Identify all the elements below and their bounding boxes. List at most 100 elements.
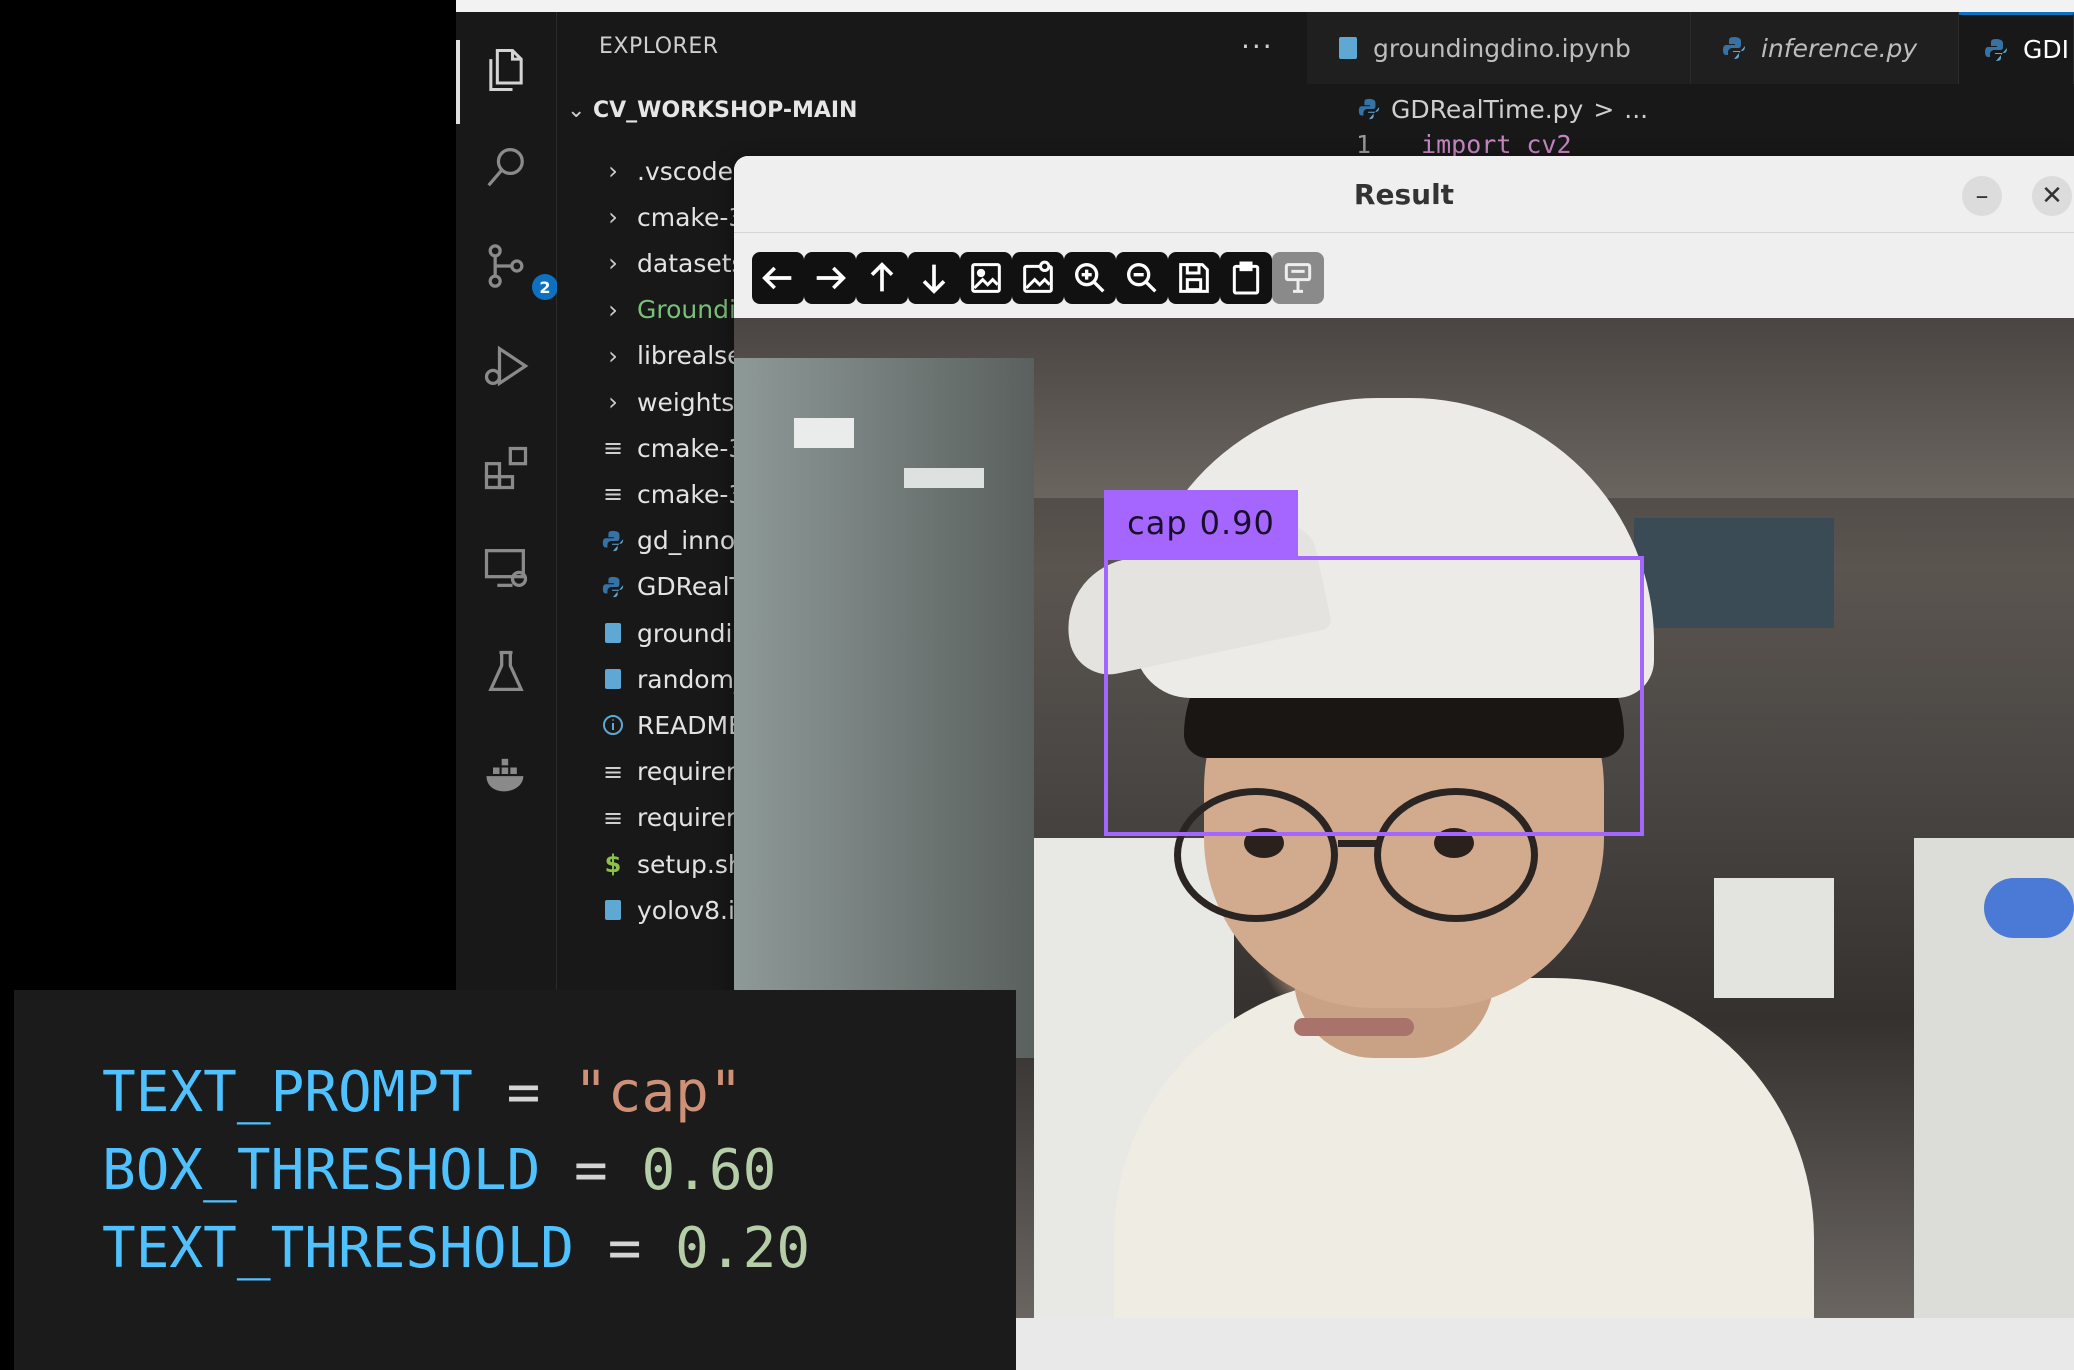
clipboard-button[interactable]: [1220, 252, 1272, 304]
search-icon[interactable]: [478, 140, 534, 196]
down-button[interactable]: [908, 252, 960, 304]
image-properties-button[interactable]: [1012, 252, 1064, 304]
tree-item-folder[interactable]: › cmake-3: [597, 194, 744, 240]
tab-label: GDI: [2023, 35, 2069, 64]
python-icon: [1983, 37, 2009, 63]
chevron-right-icon: ›: [608, 157, 618, 185]
tree-item-label: datasets: [637, 248, 745, 278]
image-properties-icon: [1023, 260, 1053, 293]
mouth: [1294, 1018, 1414, 1036]
tab-groundingdino[interactable]: groundingdino.ipynb: [1307, 12, 1691, 84]
breadcrumb[interactable]: GDRealTime.py > ...: [1307, 86, 1648, 132]
tree-item-text-file[interactable]: ≡ cmake-3: [597, 425, 744, 471]
active-indicator: [456, 40, 460, 124]
tree-item-label: groundir: [637, 618, 743, 648]
tree-item-folder[interactable]: › datasets: [597, 240, 745, 286]
tree-item-notebook-file[interactable]: groundir: [597, 610, 743, 656]
root-folder[interactable]: ⌄ CV_WORKSHOP-MAIN: [567, 90, 857, 130]
robot-toy: [1984, 878, 2074, 938]
notebook-icon: [597, 663, 629, 695]
chevron-right-icon: ›: [608, 388, 618, 416]
ceiling-light: [904, 468, 984, 488]
editor-code-line[interactable]: 1 import cv2: [1356, 130, 1572, 159]
run-debug-icon[interactable]: [478, 338, 534, 394]
tree-item-folder[interactable]: › Groundi: [597, 287, 736, 333]
source-control-icon[interactable]: 2: [478, 238, 558, 300]
explorer-icon[interactable]: [478, 42, 534, 98]
python-icon: [1357, 97, 1381, 121]
tree-item-text-file[interactable]: ≡ requiren: [597, 749, 742, 795]
arrow-down-icon: [922, 264, 946, 294]
tree-item-label: requiren: [637, 757, 742, 787]
explorer-title: EXPLORER: [599, 34, 719, 59]
tree-item-text-file[interactable]: ≡ cmake-3: [597, 471, 744, 517]
tree-item-folder[interactable]: › weights: [597, 379, 734, 425]
forward-button[interactable]: [804, 252, 856, 304]
tree-item-folder[interactable]: › .vscode: [597, 148, 733, 194]
tree-item-text-file[interactable]: ≡ requiren: [597, 795, 742, 841]
tree-item-python-file[interactable]: GDRealT: [597, 564, 745, 610]
tree-item-notebook-file[interactable]: yolov8.ip: [597, 887, 751, 933]
properties-button[interactable]: [1272, 252, 1324, 304]
notebook-icon: [1337, 35, 1359, 61]
tree-item-folder[interactable]: › librealse: [597, 333, 742, 379]
docker-icon[interactable]: [478, 746, 534, 802]
tab-inference[interactable]: inference.py: [1691, 12, 1959, 84]
variable-name: TEXT_PROMPT: [102, 1060, 473, 1125]
code-text: import cv2: [1421, 130, 1572, 159]
text-file-icon: ≡: [602, 480, 624, 509]
result-title: Result: [1353, 178, 1455, 211]
ceiling-light: [794, 418, 854, 448]
arrow-left-icon: [762, 266, 792, 290]
up-button[interactable]: [856, 252, 908, 304]
code-line-text-prompt: TEXT_PROMPT = "cap": [102, 1060, 743, 1125]
tab-gdrealtime[interactable]: GDI: [1959, 12, 2074, 84]
text-file-icon: ≡: [602, 757, 624, 786]
tree-item-info-file[interactable]: README: [597, 702, 744, 748]
detection-label: cap 0.90: [1104, 490, 1298, 556]
tree-item-shell-file[interactable]: $ setup.sh: [597, 841, 744, 887]
zoom-in-button[interactable]: [1064, 252, 1116, 304]
tree-item-python-file[interactable]: gd_inno:: [597, 518, 744, 564]
extensions-icon[interactable]: [478, 440, 534, 496]
save-button[interactable]: [1168, 252, 1220, 304]
detection-class: cap: [1127, 504, 1188, 542]
explorer-more-button[interactable]: ···: [1241, 30, 1274, 63]
breadcrumb-file: GDRealTime.py: [1391, 94, 1584, 124]
wall-screen: [1634, 518, 1834, 628]
image-button[interactable]: [960, 252, 1012, 304]
tab-label: groundingdino.ipynb: [1373, 33, 1631, 63]
window-top-edge: [456, 0, 2074, 12]
editor-tabbar: groundingdino.ipynb inference.py GDI: [1307, 12, 2074, 84]
close-button[interactable]: ✕: [2032, 176, 2072, 216]
code-line-text-threshold: TEXT_THRESHOLD = 0.20: [102, 1216, 810, 1281]
tree-item-label: cmake-3: [637, 202, 745, 232]
minimize-button[interactable]: –: [1962, 176, 2002, 216]
glass-wall: [734, 358, 1034, 1058]
zoom-out-icon: [1127, 263, 1157, 293]
variable-name: TEXT_THRESHOLD: [102, 1216, 575, 1281]
remote-explorer-icon[interactable]: [478, 540, 534, 596]
detection-score: 0.90: [1199, 504, 1275, 542]
arrow-up-icon: [870, 262, 894, 292]
zoom-out-button[interactable]: [1116, 252, 1168, 304]
tree-item-label: Groundi: [637, 295, 736, 325]
tree-item-label: .vscode: [637, 156, 734, 186]
notebook-icon: [597, 894, 629, 926]
text-file-icon: ≡: [602, 434, 624, 463]
chevron-right-icon: ›: [608, 295, 618, 324]
variable-value: 0.60: [641, 1138, 777, 1203]
root-folder-label: CV_WORKSHOP-MAIN: [593, 97, 858, 123]
result-titlebar[interactable]: Result – ✕: [734, 156, 2074, 233]
tree-item-label: README: [637, 710, 744, 740]
tree-item-notebook-file[interactable]: random_: [597, 656, 746, 702]
tree-item-label: GDRealT: [637, 572, 745, 602]
testing-icon[interactable]: [478, 644, 534, 700]
code-snippet-overlay: TEXT_PROMPT = "cap" BOX_THRESHOLD = 0.60…: [14, 990, 1016, 1370]
variable-name: BOX_THRESHOLD: [102, 1138, 541, 1203]
tab-label: inference.py: [1761, 33, 1918, 63]
assign-operator: =: [472, 1060, 575, 1125]
activity-bar: 2: [456, 12, 558, 990]
arrow-right-icon: [816, 266, 846, 290]
back-button[interactable]: [752, 252, 804, 304]
